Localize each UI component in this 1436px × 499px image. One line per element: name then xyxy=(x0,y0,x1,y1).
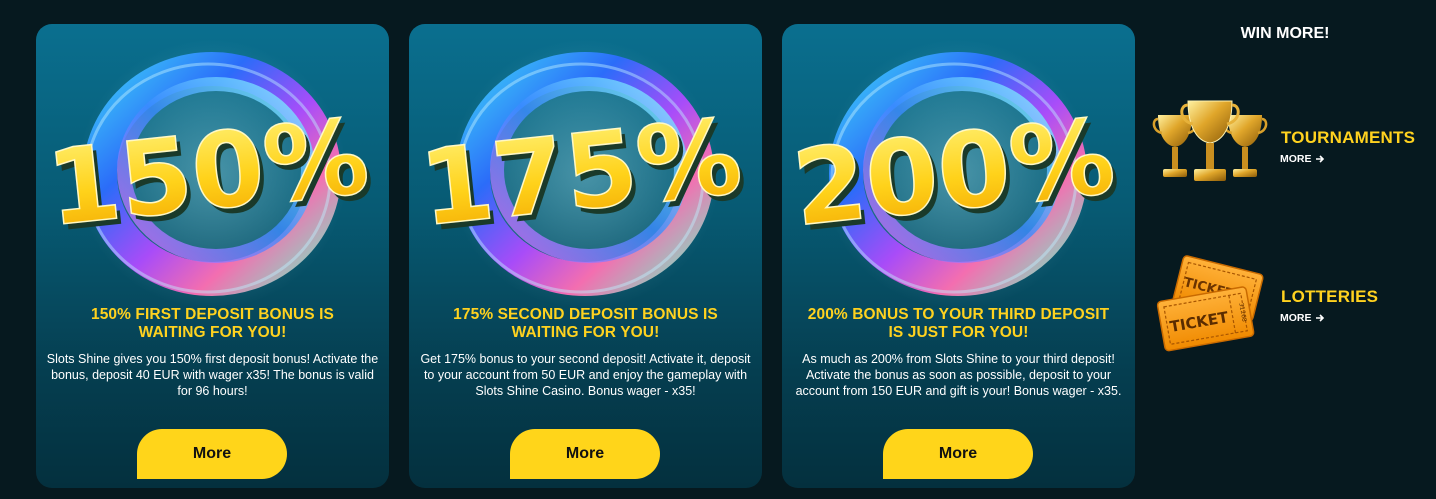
bonus-card-first-deposit: 150% 150% 150% FIRST DEPOSIT BONUS IS WA… xyxy=(36,24,389,488)
rainbow-swirl-icon: 200% 200% xyxy=(787,39,1125,309)
card-description: Slots Shine gives you 150% first deposit… xyxy=(46,352,379,398)
tournaments-label: TOURNAMENTS xyxy=(1281,128,1416,147)
more-button[interactable]: More xyxy=(510,429,660,479)
win-more-heading: WIN MORE! xyxy=(1240,25,1330,42)
lotteries-more-link[interactable]: MORE xyxy=(1280,312,1325,324)
arrow-right-icon xyxy=(1315,155,1324,163)
more-label: MORE xyxy=(1280,153,1312,165)
trophies-icon xyxy=(1152,100,1268,181)
card-title: 200% BONUS TO YOUR THIRD DEPOSIT IS JUST… xyxy=(807,306,1110,341)
lotteries-label: LOTTERIES xyxy=(1281,287,1379,306)
lotteries-link[interactable]: TICKET TICKET 31268 LOTTERIES MORE xyxy=(1150,253,1430,353)
card-title: 175% SECOND DEPOSIT BONUS IS WAITING FOR… xyxy=(453,306,718,341)
rainbow-swirl-icon: 150% 150% xyxy=(41,39,379,309)
card-description: As much as 200% from Slots Shine to your… xyxy=(795,352,1122,398)
more-button[interactable]: More xyxy=(883,429,1033,479)
rainbow-swirl-icon: 175% 175% xyxy=(414,39,752,309)
card-title: 150% FIRST DEPOSIT BONUS IS WAITING FOR … xyxy=(90,306,334,341)
bonus-card-second-deposit: 175% 175% 175% SECOND DEPOSIT BONUS IS W… xyxy=(409,24,762,488)
arrow-right-icon xyxy=(1315,314,1324,322)
tournaments-more-link[interactable]: MORE xyxy=(1280,153,1325,165)
tournaments-link[interactable]: TOURNAMENTS MORE xyxy=(1150,93,1430,193)
card-description: Get 175% bonus to your second deposit! A… xyxy=(420,352,751,398)
bonus-card-third-deposit: 200% 200% 200% BONUS TO YOUR THIRD DEPOS… xyxy=(782,24,1135,488)
tickets-icon: TICKET TICKET 31268 xyxy=(1156,255,1264,352)
more-label: MORE xyxy=(1280,312,1312,324)
more-button[interactable]: More xyxy=(137,429,287,479)
